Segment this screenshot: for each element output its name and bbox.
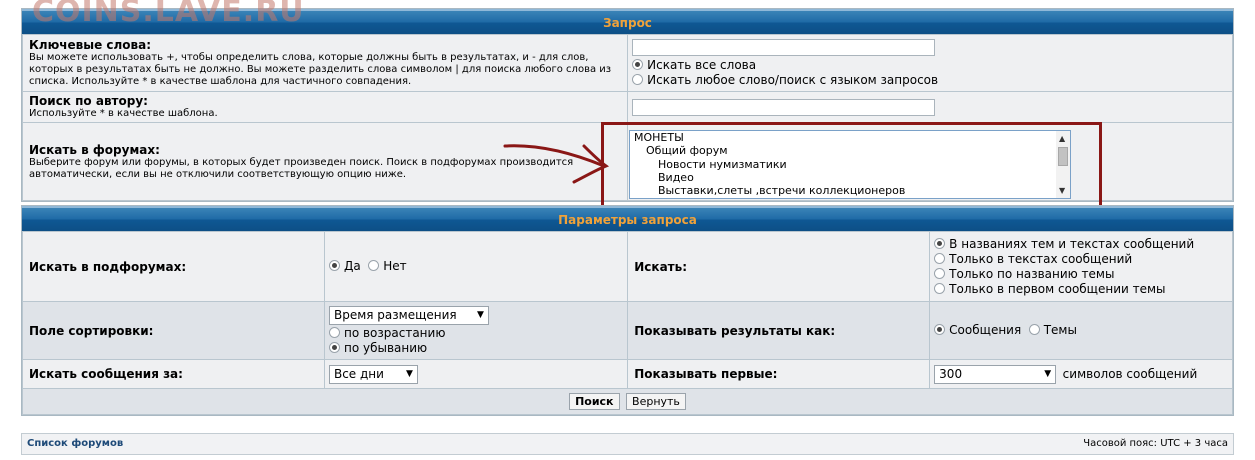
radio-text-only[interactable]: Только в текстах сообщений (934, 252, 1231, 267)
subforums-row: Искать в подфорумах: Да Нет Искать: В на… (22, 231, 1233, 302)
radio-all-words[interactable]: Искать все слова (632, 58, 1231, 73)
radio-show-posts[interactable]: Сообщения (934, 323, 1021, 337)
subforums-label: Искать в подфорумах: (29, 259, 187, 274)
radio-dot (328, 260, 340, 271)
footer-bar: Список форумов Часовой пояс: UTC + 3 час… (21, 433, 1234, 455)
search-in-label: Искать: (634, 259, 688, 274)
radio-sort-desc[interactable]: по убыванию (328, 341, 626, 356)
radio-any-word[interactable]: Искать любое слово/поиск с языком запрос… (632, 73, 1231, 88)
period-label: Искать сообщения за: (29, 367, 183, 381)
author-description: Используйте * в качестве шаблона. (29, 108, 218, 119)
radio-dot (632, 58, 644, 70)
dropdown-arrow-icon: ▼ (406, 368, 413, 379)
radio-dot (934, 267, 946, 279)
radio-first-post[interactable]: Только в первом сообщении темы (934, 282, 1231, 297)
params-panel: Параметры запроса Искать в подфорумах: Д… (21, 205, 1234, 416)
sort-field-select[interactable]: Время размещения ▼ (328, 305, 489, 325)
show-first-label: Показывать первые: (634, 367, 778, 381)
radio-dot (1028, 324, 1040, 335)
forum-list-link[interactable]: Список форумов (27, 438, 123, 449)
search-button[interactable]: Поиск (569, 393, 620, 410)
dropdown-arrow-icon: ▼ (477, 309, 484, 320)
radio-dot (328, 326, 340, 338)
radio-dot (934, 324, 946, 335)
author-input[interactable] (632, 98, 936, 116)
radio-dot (328, 341, 340, 353)
radio-show-topics[interactable]: Темы (1028, 323, 1077, 337)
sort-label: Поле сортировки: (29, 323, 154, 338)
period-row: Искать сообщения за: Все дни ▼ Показывать… (22, 359, 1233, 389)
dropdown-arrow-icon: ▼ (1044, 368, 1052, 379)
radio-dot (934, 282, 946, 294)
highlight-box (601, 122, 1102, 209)
radio-dot (368, 260, 380, 271)
period-select[interactable]: Все дни ▼ (328, 364, 418, 384)
timezone-text: Часовой пояс: UTC + 3 часа (1083, 438, 1228, 449)
author-row: Поиск по автору: Используйте * в качеств… (21, 91, 1233, 123)
red-arrow-icon (503, 144, 610, 184)
keywords-row: Ключевые слова: Вы можете использовать +… (21, 34, 1233, 92)
author-label: Поиск по автору: (29, 94, 148, 108)
radio-dot (934, 252, 946, 264)
params-header: Параметры запроса (22, 206, 1233, 231)
keywords-description: Вы можете использовать +, чтобы определи… (29, 52, 612, 87)
show-first-suffix: символов сообщений (1062, 366, 1198, 381)
show-as-label: Показывать результаты как: (634, 323, 836, 338)
keywords-input[interactable] (632, 38, 936, 56)
site-watermark: COINS.LAVE.RU (32, 0, 305, 29)
radio-subforums-no[interactable]: Нет (368, 259, 407, 273)
radio-sort-asc[interactable]: по возрастанию (328, 326, 626, 341)
radio-dot (632, 73, 644, 85)
sort-row: Поле сортировки: Время размещения ▼ по во… (22, 301, 1233, 360)
keywords-label: Ключевые слова: (29, 38, 152, 52)
radio-subforums-yes[interactable]: Да (328, 259, 361, 273)
reset-button[interactable]: Вернуть (626, 393, 686, 410)
radio-titles-and-text[interactable]: В названиях тем и текстах сообщений (934, 237, 1231, 252)
radio-title-only[interactable]: Только по названию темы (934, 267, 1231, 282)
show-first-select[interactable]: 300 ▼ (934, 364, 1057, 384)
radio-dot (934, 237, 946, 249)
buttons-row: Поиск Вернуть (22, 388, 1233, 415)
